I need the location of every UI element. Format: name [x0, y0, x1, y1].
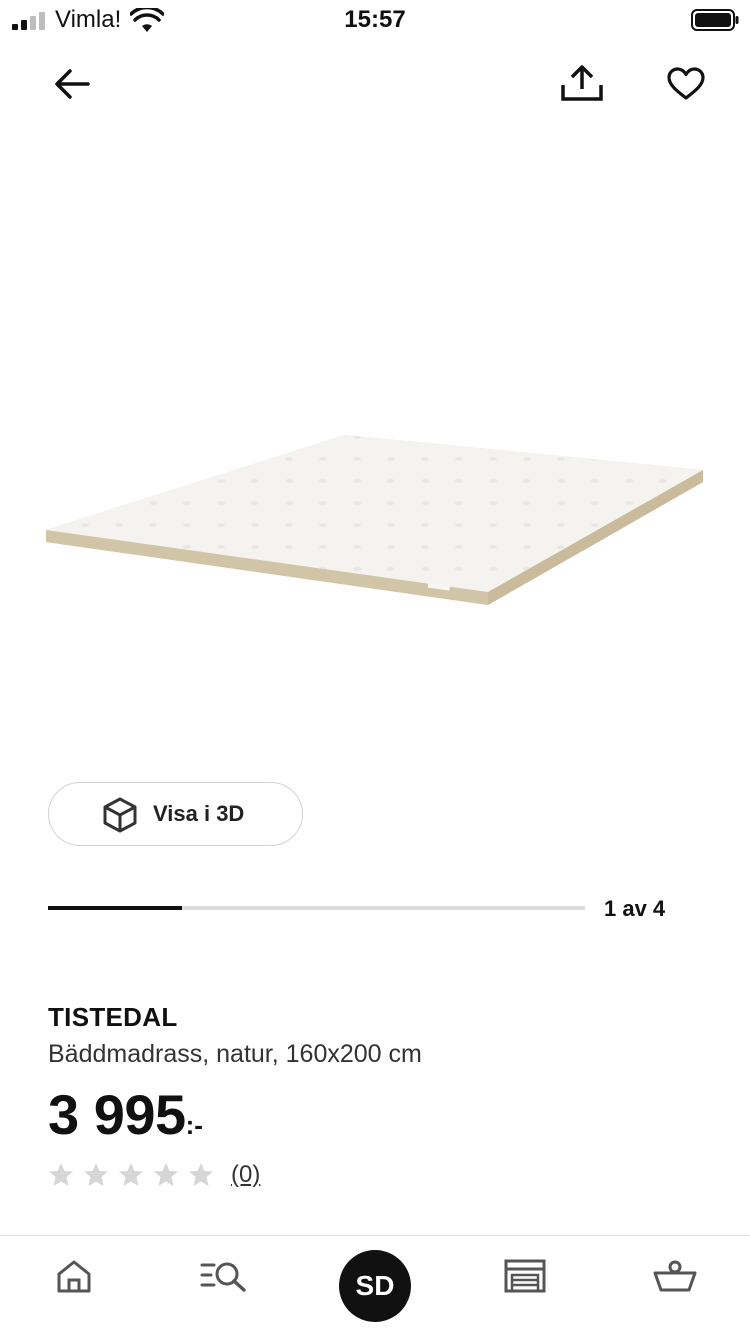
price-suffix: :-: [185, 1110, 203, 1140]
product-rating[interactable]: (0): [48, 1158, 260, 1192]
product-description: Bäddmadrass, natur, 160x200 cm: [48, 1040, 422, 1068]
mattress-topper-image: [46, 435, 703, 605]
product-name: TISTEDAL: [48, 1002, 178, 1032]
tab-cart[interactable]: [645, 1246, 705, 1306]
star-icon: [189, 1163, 213, 1186]
tab-stores[interactable]: [495, 1246, 555, 1306]
price-amount: 3 995: [48, 1083, 186, 1146]
star-icon: [119, 1163, 143, 1186]
gallery-pager: 1 av 4: [604, 896, 666, 921]
product-image[interactable]: [0, 140, 750, 760]
search-list-icon: [200, 1262, 246, 1292]
view-in-3d-label: Visa i 3D: [153, 801, 245, 826]
tab-profile-avatar[interactable]: SD: [339, 1250, 411, 1322]
status-bar: Vimla! 15:57: [0, 0, 750, 42]
tab-search[interactable]: [194, 1246, 254, 1306]
star-icon: [84, 1163, 108, 1186]
shopping-basket-icon: [653, 1260, 697, 1292]
star-icon: [154, 1163, 178, 1186]
share-icon: [561, 65, 603, 101]
favorite-button[interactable]: [658, 56, 714, 112]
arrow-left-icon: [55, 69, 90, 99]
heart-icon: [667, 67, 705, 100]
cube-3d-icon: [103, 797, 137, 833]
review-count-link[interactable]: (0): [231, 1161, 260, 1189]
store-icon: [504, 1259, 546, 1293]
home-icon: [57, 1260, 91, 1293]
bottom-tab-bar: SD: [0, 1235, 750, 1334]
battery-icon: [691, 9, 739, 31]
status-time: 15:57: [344, 6, 406, 33]
view-in-3d-button[interactable]: Visa i 3D: [48, 782, 303, 846]
tab-home[interactable]: [44, 1246, 104, 1306]
star-icon: [49, 1163, 73, 1186]
product-price: 3 995:-: [48, 1082, 203, 1147]
back-button[interactable]: [44, 56, 100, 112]
gallery-progress-bar: [48, 906, 585, 910]
gallery-progress-fill: [48, 906, 183, 910]
share-button[interactable]: [554, 56, 610, 112]
